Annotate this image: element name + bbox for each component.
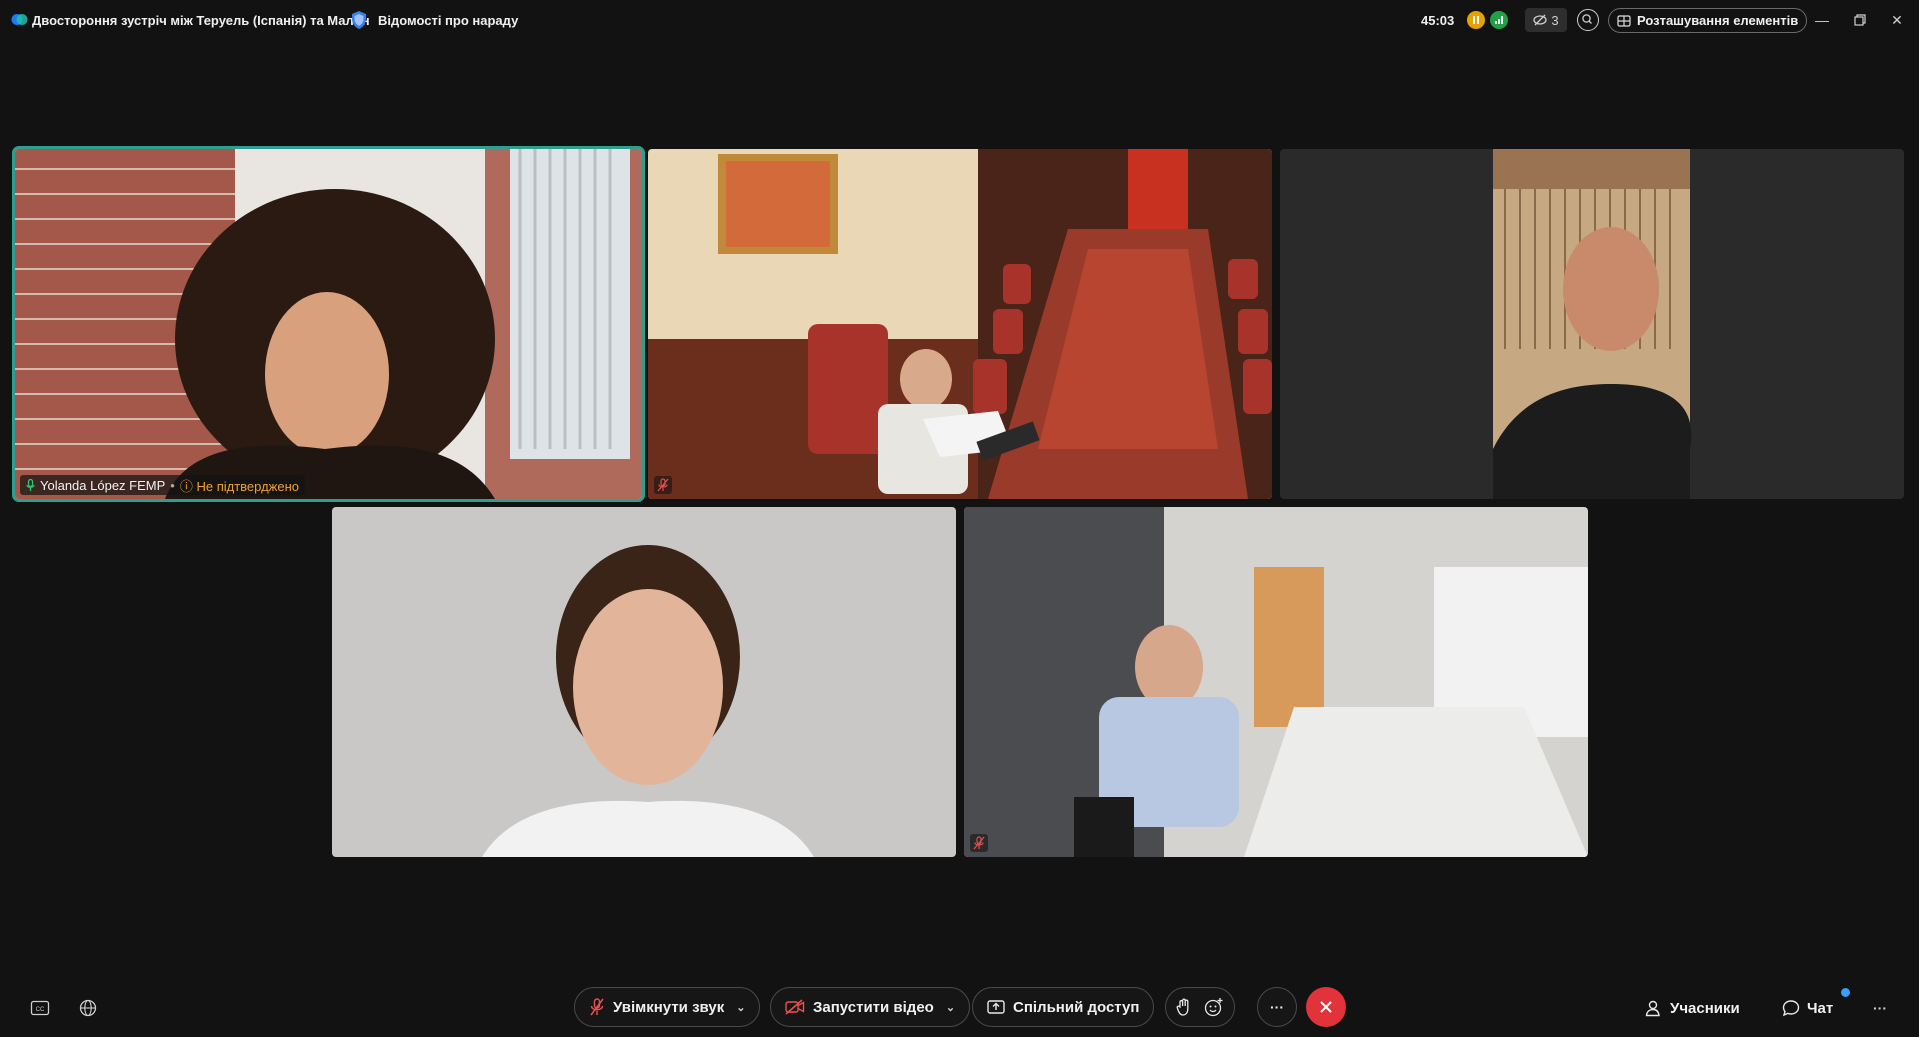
- hidden-participants-count: 3: [1551, 12, 1559, 28]
- reactions-icon[interactable]: [1204, 997, 1224, 1017]
- participant-name: Yolanda López FEMP: [40, 477, 166, 493]
- video-tile-1[interactable]: Yolanda López FEMP • ⓘ Не підтверджено: [12, 146, 645, 502]
- title-bar: Двостороння зустріч між Теруель (Іспанія…: [0, 0, 1919, 40]
- layout-grid-icon: [1617, 14, 1631, 27]
- video-tile-3[interactable]: [1280, 149, 1904, 499]
- reactions-group[interactable]: [1165, 987, 1235, 1027]
- chat-button[interactable]: Чат: [1782, 994, 1833, 1022]
- participants-label: Учасники: [1670, 999, 1740, 1017]
- participants-button[interactable]: Учасники: [1645, 994, 1740, 1022]
- chat-notification-badge: [1841, 988, 1850, 997]
- shield-icon[interactable]: [350, 10, 368, 30]
- microphone-icon: [26, 478, 35, 491]
- participant-video: [648, 149, 1272, 499]
- more-button[interactable]: ···: [1257, 987, 1297, 1027]
- leave-icon: [1320, 1001, 1332, 1013]
- microphone-muted-icon: [654, 476, 672, 494]
- globe-icon[interactable]: [74, 994, 102, 1022]
- microphone-muted-icon: [970, 834, 988, 852]
- participant-video: [15, 149, 642, 499]
- meeting-title: Двостороння зустріч між Теруель (Іспанія…: [32, 13, 370, 28]
- microphone-muted-icon: [590, 998, 604, 1016]
- people-icon: [1645, 1000, 1660, 1017]
- video-tile-4[interactable]: [332, 507, 956, 857]
- signal-icon[interactable]: [1490, 11, 1508, 29]
- participant-video: [332, 507, 956, 857]
- captions-icon[interactable]: CC: [26, 994, 54, 1022]
- share-label: Спільний доступ: [1013, 998, 1140, 1016]
- participant-video: [964, 507, 1588, 857]
- chat-label: Чат: [1807, 999, 1834, 1017]
- unmute-button[interactable]: Увімкнути звук ⌄: [574, 987, 761, 1027]
- chevron-down-icon[interactable]: ⌄: [736, 1001, 745, 1014]
- webex-logo-icon: [11, 14, 28, 25]
- unverified-status: Не підтверджено: [196, 478, 300, 494]
- meeting-info-link[interactable]: Відомості про нараду: [378, 13, 518, 28]
- layout-label: Розташування елементів: [1637, 13, 1799, 28]
- meeting-timer: 45:03: [1421, 13, 1455, 28]
- video-off-icon: [785, 999, 805, 1015]
- more-icon[interactable]: ···: [1866, 994, 1894, 1022]
- start-video-button[interactable]: Запустити відео ⌄: [770, 987, 971, 1027]
- eye-off-icon: [1533, 14, 1548, 26]
- search-icon[interactable]: [1577, 9, 1599, 31]
- layout-button[interactable]: Розташування елементів: [1608, 8, 1808, 33]
- participant-video: [1493, 149, 1692, 499]
- share-screen-icon: [987, 1000, 1005, 1014]
- minimize-icon[interactable]: —: [1807, 8, 1837, 32]
- chat-icon: [1782, 1000, 1800, 1017]
- leave-button[interactable]: [1306, 987, 1346, 1027]
- close-icon[interactable]: ✕: [1882, 8, 1912, 32]
- hidden-participants-button[interactable]: 3: [1525, 8, 1567, 32]
- more-icon: ···: [1270, 999, 1284, 1015]
- start-video-label: Запустити відео: [813, 998, 934, 1016]
- restore-icon[interactable]: [1845, 8, 1875, 32]
- video-tile-5[interactable]: [964, 507, 1588, 857]
- pause-icon[interactable]: [1467, 11, 1485, 29]
- svg-text:CC: CC: [36, 1007, 45, 1013]
- unmute-label: Увімкнути звук: [613, 998, 725, 1016]
- chevron-down-icon[interactable]: ⌄: [946, 1001, 955, 1014]
- unverified-badge: ⓘ Не підтверджено: [179, 478, 300, 494]
- raise-hand-icon[interactable]: [1176, 998, 1192, 1016]
- share-button[interactable]: Спільний доступ: [972, 987, 1155, 1027]
- participant-name-tag: Yolanda López FEMP • ⓘ Не підтверджено: [20, 475, 306, 495]
- video-tile-2[interactable]: [648, 149, 1272, 499]
